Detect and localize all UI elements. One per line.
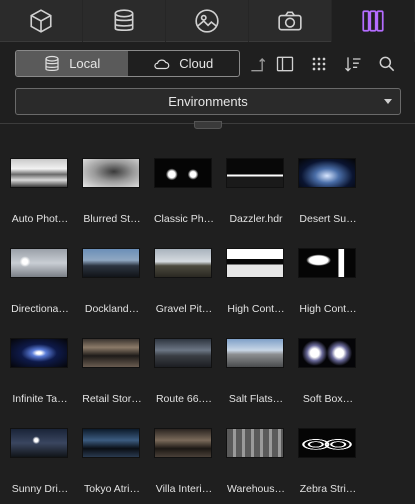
environment-thumbnail [154,338,212,368]
environment-item[interactable]: Sunny Dri… [10,428,82,504]
search-icon [379,56,395,72]
source-toggle: Local Cloud [15,50,240,77]
import-button[interactable] [247,53,269,75]
environment-label: Villa Interi… [155,483,213,495]
environment-item[interactable]: Dazzler.hdr [226,158,298,238]
environment-label: Warehous… [227,483,285,495]
cloud-icon [154,59,170,69]
environment-label: Blurred St… [83,213,141,225]
environment-label: Dazzler.hdr [229,213,283,225]
environment-item[interactable]: Blurred St… [82,158,154,238]
environment-item[interactable]: Classic Ph… [154,158,226,238]
environment-label: Classic Ph… [153,213,215,225]
panel-layout-icon [276,56,294,72]
environment-label: High Cont… [299,303,357,315]
environment-thumbnail [154,158,212,188]
environment-item[interactable]: High Cont… [226,248,298,328]
database-icon [45,55,59,71]
environment-thumbnail [298,158,356,188]
cloud-label: Cloud [179,56,214,71]
cloud-button[interactable]: Cloud [128,51,240,76]
category-dropdown-value: Environments [168,94,248,109]
local-button[interactable]: Local [16,51,128,76]
environment-thumbnail [298,248,356,278]
sort-icon [345,57,361,72]
environment-label: Route 66.… [155,393,213,405]
environment-item[interactable]: Route 66.… [154,338,226,418]
environment-thumbnail [82,248,140,278]
environment-item[interactable]: Tokyo Atri… [82,428,154,504]
environment-label: Directiona… [11,303,69,315]
environment-item[interactable]: Desert Su… [298,158,370,238]
environment-thumbnail [154,248,212,278]
environment-item[interactable]: Zebra Stri… [298,428,370,504]
environment-thumbnail [10,248,68,278]
environment-label: High Cont… [227,303,285,315]
environment-label: Dockland… [84,303,140,315]
environment-thumbnail [82,338,140,368]
columns-icon [362,10,384,32]
environment-thumbnail [298,338,356,368]
environment-item[interactable]: High Cont… [298,248,370,328]
search-button[interactable] [376,53,398,75]
environment-item[interactable]: Retail Stor… [82,338,154,418]
environment-thumbnail [154,428,212,458]
environment-item[interactable]: Dockland… [82,248,154,328]
environment-grid: Auto Phot… Blurred St… Classic Ph… Dazzl… [0,150,415,504]
environment-thumbnail [226,248,284,278]
environment-label: Infinite Ta… [12,393,68,405]
environment-item[interactable]: Directiona… [10,248,82,328]
cube-icon [30,9,52,33]
environment-item[interactable]: Infinite Ta… [10,338,82,418]
library-toolbar: Local Cloud [0,42,415,84]
environment-item[interactable]: Soft Box… [298,338,370,418]
environment-item[interactable]: Auto Phot… [10,158,82,238]
environment-thumbnail [298,428,356,458]
environment-label: Auto Phot… [11,213,69,225]
environment-thumbnail [10,338,68,368]
panel-view-button[interactable] [274,53,296,75]
database-icon [114,9,134,32]
environment-thumbnail [226,428,284,458]
environment-item[interactable]: Villa Interi… [154,428,226,504]
environment-item[interactable]: Gravel Pit… [154,248,226,328]
tab-models[interactable] [0,0,83,42]
environment-item[interactable]: Warehous… [226,428,298,504]
environment-thumbnail [10,158,68,188]
environment-label: Salt Flats… [228,393,284,405]
environment-thumbnail [82,428,140,458]
environment-label: Zebra Stri… [299,483,357,495]
category-dropdown[interactable]: Environments [15,88,401,115]
sort-button[interactable] [342,53,364,75]
environment-thumbnail [82,158,140,188]
resize-handle[interactable] [194,121,222,129]
tab-library[interactable] [332,0,415,42]
environment-label: Gravel Pit… [155,303,213,315]
chevron-down-icon [384,99,392,104]
image-icon [195,9,219,33]
environment-label: Soft Box… [302,393,354,405]
environment-label: Tokyo Atri… [83,483,141,495]
grid-view-button[interactable] [308,53,330,75]
tab-materials[interactable] [83,0,166,42]
tab-camera[interactable] [249,0,332,42]
environment-label: Desert Su… [299,213,357,225]
environment-item[interactable]: Salt Flats… [226,338,298,418]
top-tab-bar [0,0,415,42]
environment-thumbnail [226,158,284,188]
grid-dots-icon [312,57,326,71]
camera-icon [278,11,302,31]
environment-label: Sunny Dri… [11,483,69,495]
local-label: Local [69,56,101,71]
environment-thumbnail [226,338,284,368]
tab-environments[interactable] [166,0,249,42]
environment-label: Retail Stor… [82,393,142,405]
environment-thumbnail [10,428,68,458]
corner-arrow-icon [251,58,266,72]
